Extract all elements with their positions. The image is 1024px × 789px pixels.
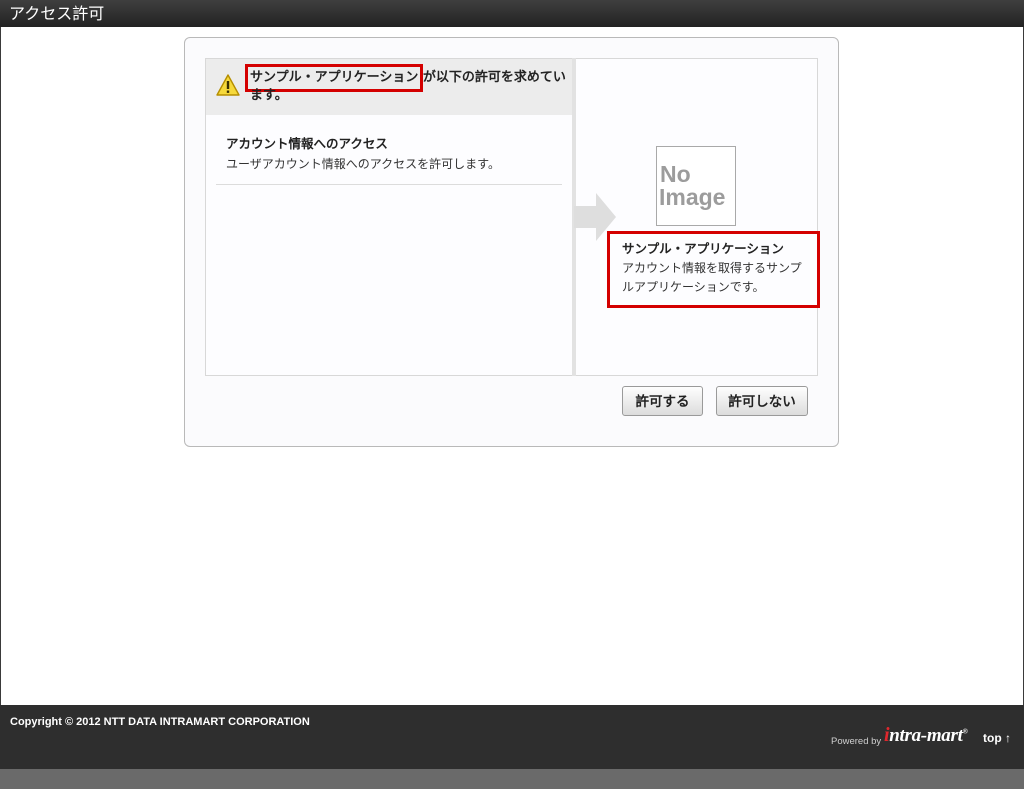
allow-button[interactable]: 許可する bbox=[622, 386, 703, 416]
scope-title: アカウント情報へのアクセス bbox=[226, 136, 388, 151]
application-description: アカウント情報を取得するサンプルアプリケーションです。 bbox=[622, 261, 802, 294]
application-name: サンプル・アプリケーション bbox=[622, 241, 784, 256]
copyright-text: Copyright © 2012 NTT DATA INTRAMART CORP… bbox=[10, 716, 310, 728]
deny-button[interactable]: 許可しない bbox=[716, 386, 808, 416]
top-link[interactable]: top ↑ bbox=[983, 731, 1011, 745]
window-title-bar: アクセス許可 bbox=[0, 0, 1024, 27]
no-image-text-line2: Image bbox=[659, 184, 725, 210]
scope-item: アカウント情報へのアクセス ユーザアカウント情報へのアクセスを許可します。 bbox=[216, 136, 562, 173]
requesting-app-name: サンプル・アプリケーション bbox=[244, 64, 424, 92]
powered-by-text: Powered by bbox=[831, 736, 882, 747]
scope-divider bbox=[216, 184, 562, 185]
no-image-placeholder: No Image bbox=[656, 146, 736, 226]
window-title: アクセス許可 bbox=[9, 4, 105, 23]
bottom-bar bbox=[0, 769, 1024, 789]
application-info: サンプル・アプリケーション アカウント情報を取得するサンプルアプリケーションです… bbox=[607, 231, 820, 308]
footer: Copyright © 2012 NTT DATA INTRAMART CORP… bbox=[0, 705, 1024, 769]
warning-icon bbox=[216, 74, 240, 96]
intra-mart-logo: intra-mart® bbox=[884, 724, 968, 746]
request-message: サンプル・アプリケーション が以下の許可を求めています。 bbox=[244, 64, 566, 105]
scope-description: ユーザアカウント情報へのアクセスを許可します。 bbox=[226, 157, 500, 171]
